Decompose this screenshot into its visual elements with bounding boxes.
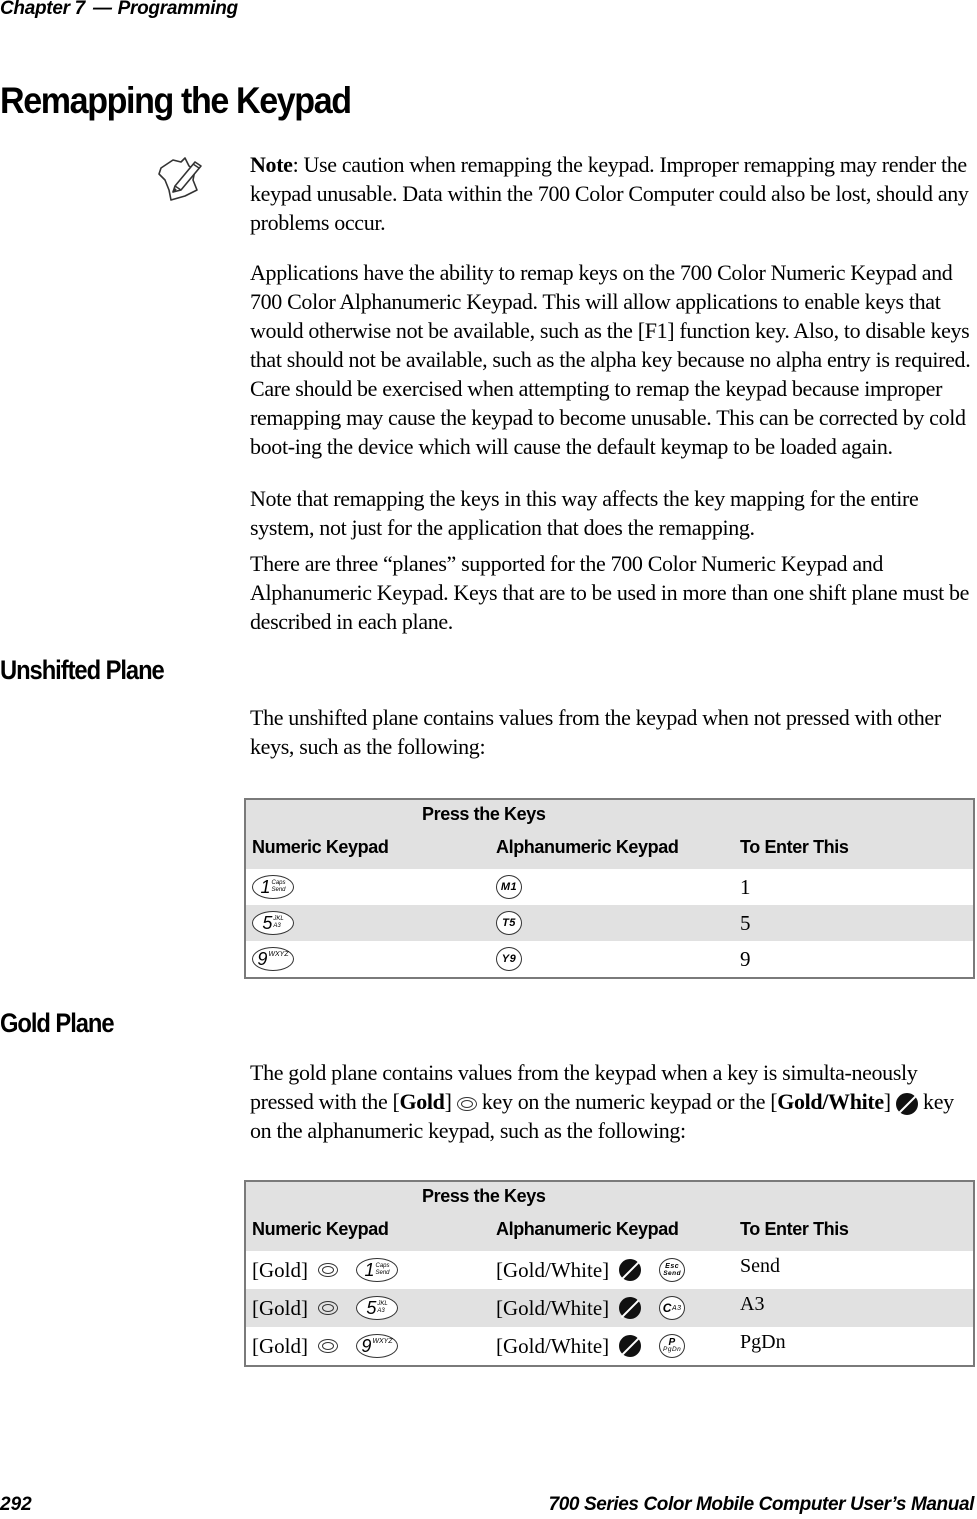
page-title: Remapping the Keypad [0,80,352,121]
page-number: 292 [0,1494,32,1515]
col-numeric-keypad: Numeric Keypad [252,1219,389,1239]
col-to-enter-this: To Enter This [740,1219,849,1239]
alpha-key-c-a3-icon: C A3 [659,1296,686,1320]
section-heading-gold: Gold Plane [0,1008,115,1038]
paragraph-system-note: Note that remapping the keys in this way… [250,486,919,540]
alpha-key-p-pgdn-icon: P PgDn [659,1334,686,1358]
unshifted-key-table: Press the Keys Numeric Keypad Alphanumer… [244,798,975,979]
col-to-enter-this: To Enter This [740,837,849,857]
gold-white-label: [Gold/White] [496,1333,610,1358]
col-alphanumeric-keypad: Alphanumeric Keypad [496,1219,679,1239]
note-body: : Use caution when remapping the keypad.… [250,152,969,235]
note-label: Note [250,152,293,177]
gold-key-icon [318,1339,338,1353]
numeric-key-1-icon: 1 Caps Send [252,875,294,899]
paragraph-planes: There are three “planes” supported for t… [250,551,970,634]
col-alphanumeric-keypad: Alphanumeric Keypad [496,837,679,857]
paragraph-applications: Applications have the ability to remap k… [250,260,971,459]
enter-value: 1 [740,874,751,899]
running-head: Chapter 7 — Programming [0,0,238,20]
alpha-key-m1-icon: M1 [496,875,522,899]
manual-title: 700 Series Color Mobile Computer User’s … [548,1494,975,1515]
gold-label: [Gold] [252,1257,308,1282]
alpha-key-esc-send-icon: Esc Send [659,1258,686,1282]
alpha-key-t5-icon: T5 [496,911,522,935]
gold-key-icon [456,1096,477,1111]
gold-key-table: Press the Keys Numeric Keypad Alphanumer… [244,1180,975,1367]
note-text: Note: Use caution when remapping the key… [250,150,977,237]
gold-white-key-icon [619,1335,642,1357]
header-dash: — [92,0,112,19]
gold-white-label: [Gold/White] [496,1295,610,1320]
enter-value: 9 [740,946,751,971]
numeric-key-9-icon: 9 WXYZ [252,947,294,971]
col-numeric-keypad: Numeric Keypad [252,837,389,857]
table-header: Press the Keys Numeric Keypad Alphanumer… [246,1182,973,1251]
gold-key-icon [318,1301,338,1315]
alpha-key-y9-icon: Y9 [496,947,522,971]
gold-intro: The gold plane contains values from the … [250,1060,954,1143]
enter-value: 5 [740,910,751,935]
numeric-key-5-icon: 5 JKL A3 [252,911,294,935]
note-pencil-icon [158,157,202,201]
gold-key-icon [318,1263,338,1277]
gold-white-label: [Gold/White] [496,1257,610,1282]
section-label: Programming [117,0,239,19]
gold-white-key-icon [619,1297,642,1319]
numeric-key-5-icon: 5 JKL A3 [356,1296,398,1320]
table-header: Press the Keys Numeric Keypad Alphanumer… [246,800,973,869]
enter-value: Send [740,1255,780,1277]
gold-label: [Gold] [252,1333,308,1358]
table-row: 5 JKL A3 T5 5 [246,905,973,941]
group-header: Press the Keys [422,1186,546,1206]
table-row: [Gold] 5 JKL A3 [Gold/White] C A3 A3 [246,1289,973,1327]
group-header: Press the Keys [422,804,546,824]
enter-value: A3 [740,1293,765,1315]
section-heading-unshifted: Unshifted Plane [0,655,165,685]
table-row: [Gold] 9 WXYZ [Gold/White] P PgDn PgDn [246,1327,973,1365]
gold-white-key-icon [619,1259,642,1281]
table-row: [Gold] 1 Caps Send [Gold/White] Esc Send Send [246,1251,973,1289]
unshifted-intro: The unshifted plane contains values from… [250,705,941,759]
table-row: 1 Caps Send M1 1 [246,869,973,905]
chapter-label: Chapter 7 [0,0,85,19]
gold-white-key-icon [895,1092,918,1115]
numeric-key-1-icon: 1 Caps Send [356,1258,398,1282]
gold-label: [Gold] [252,1295,308,1320]
enter-value: PgDn [740,1331,786,1353]
numeric-key-9-icon: 9 WXYZ [356,1334,398,1358]
table-row: 9 WXYZ Y9 9 [246,941,973,977]
